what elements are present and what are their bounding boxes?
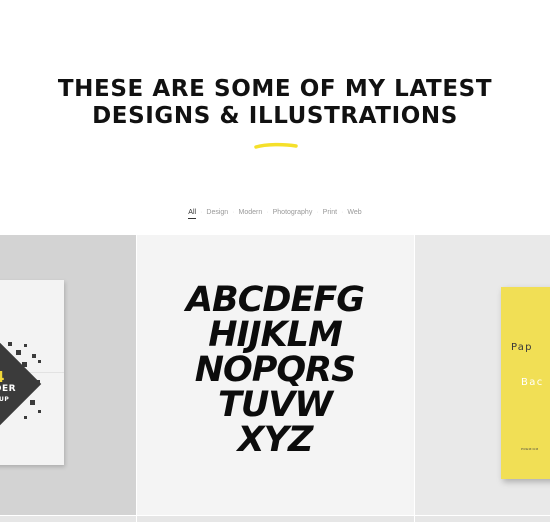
portfolio-item-poster[interactable]: 4 DER KUP ting bbox=[0, 235, 136, 515]
poster-confetti bbox=[36, 380, 40, 384]
poster-mockup-image: 4 DER KUP ting bbox=[0, 280, 64, 465]
alphabet-row: HIJKLM bbox=[208, 315, 343, 355]
poster-confetti bbox=[30, 400, 35, 405]
next-row-tile-edge bbox=[415, 516, 550, 522]
portfolio-item-brush-alphabet[interactable]: ABCDEFG HIJKLM NOPQRS TUVW XYZ bbox=[137, 235, 414, 515]
poster-confetti bbox=[38, 360, 41, 363]
filter-design[interactable]: Design bbox=[202, 209, 232, 216]
heading-line-1: THESE ARE SOME OF MY LATEST bbox=[57, 76, 493, 102]
brush-alphabet-artwork: ABCDEFG HIJKLM NOPQRS TUVW XYZ bbox=[175, 283, 375, 458]
filter-modern[interactable]: Modern bbox=[235, 209, 267, 216]
next-row-tile-edge bbox=[137, 516, 414, 522]
filter-photography[interactable]: Photography bbox=[269, 209, 317, 216]
filter-print[interactable]: Print bbox=[319, 209, 341, 216]
poster-confetti bbox=[24, 416, 27, 419]
alphabet-row: ABCDEFG bbox=[185, 280, 365, 320]
accent-underline bbox=[254, 142, 298, 149]
poster-text-line-1: DER bbox=[0, 384, 17, 394]
filter-web[interactable]: Web bbox=[343, 209, 365, 216]
poster-text-line-2: KUP bbox=[0, 396, 10, 403]
portfolio-filter-bar: All · Design · Modern · Photography · Pr… bbox=[0, 209, 550, 219]
book-title: Pap bbox=[511, 342, 533, 353]
paperback-book-mockup: Pap Bac PREMIUM bbox=[501, 287, 550, 479]
poster-confetti bbox=[32, 354, 36, 358]
poster-confetti bbox=[22, 362, 27, 367]
next-row-tile-edge bbox=[0, 516, 136, 522]
heading-line-2: DESIGNS & ILLUSTRATIONS bbox=[92, 103, 458, 129]
alphabet-row: NOPQRS bbox=[194, 350, 357, 390]
filter-all[interactable]: All bbox=[184, 209, 200, 219]
alphabet-row: XYZ bbox=[237, 420, 314, 460]
alphabet-row: TUVW bbox=[218, 385, 333, 425]
poster-confetti bbox=[16, 350, 21, 355]
poster-confetti bbox=[24, 344, 27, 347]
poster-confetti bbox=[8, 342, 12, 346]
book-subtitle: Bac bbox=[521, 377, 544, 388]
portfolio-grid: 4 DER KUP ting ABCDEFG HIJKLM NOPQRS TUV… bbox=[0, 235, 550, 522]
book-footer-text: PREMIUM bbox=[521, 447, 539, 451]
poster-confetti bbox=[38, 410, 41, 413]
section-heading: THESE ARE SOME OF MY LATEST DESIGNS & IL… bbox=[0, 76, 550, 130]
portfolio-item-paperback[interactable]: Pap Bac PREMIUM bbox=[415, 235, 550, 515]
